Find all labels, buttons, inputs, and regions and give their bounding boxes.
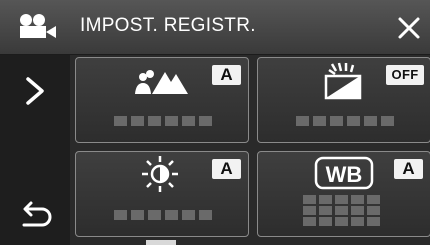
value-placeholder [296, 116, 394, 126]
auto-badge: A [212, 65, 241, 85]
wb-label: WB [326, 162, 363, 187]
back-button[interactable] [14, 195, 58, 235]
auto-badge: A [394, 159, 423, 179]
scroll-indicator [146, 240, 176, 245]
video-camera-icon [20, 14, 56, 38]
white-balance-tile[interactable]: WB A [257, 151, 430, 237]
header-bar: IMPOST. REGISTR. [0, 0, 430, 55]
off-badge: OFF [386, 65, 424, 85]
return-arrow-icon [22, 201, 52, 227]
page-title: IMPOST. REGISTR. [80, 15, 256, 36]
scene-select-tile[interactable]: A [75, 57, 249, 143]
value-placeholder [114, 210, 212, 220]
backlight-compensation-tile[interactable]: OFF [257, 57, 430, 143]
value-placeholder [303, 195, 380, 226]
value-placeholder [114, 116, 212, 126]
scene-landscape-icon [135, 70, 188, 94]
white-balance-icon: WB [314, 156, 374, 190]
backlight-compensation-icon [324, 62, 362, 100]
brightness-tile[interactable]: A [75, 151, 249, 237]
chevron-right-icon [26, 77, 44, 105]
auto-badge: A [212, 159, 241, 179]
close-button[interactable] [392, 11, 426, 45]
close-icon [398, 17, 420, 39]
side-nav [0, 55, 70, 245]
next-page-button[interactable] [14, 69, 58, 113]
brightness-sun-icon [142, 156, 178, 192]
